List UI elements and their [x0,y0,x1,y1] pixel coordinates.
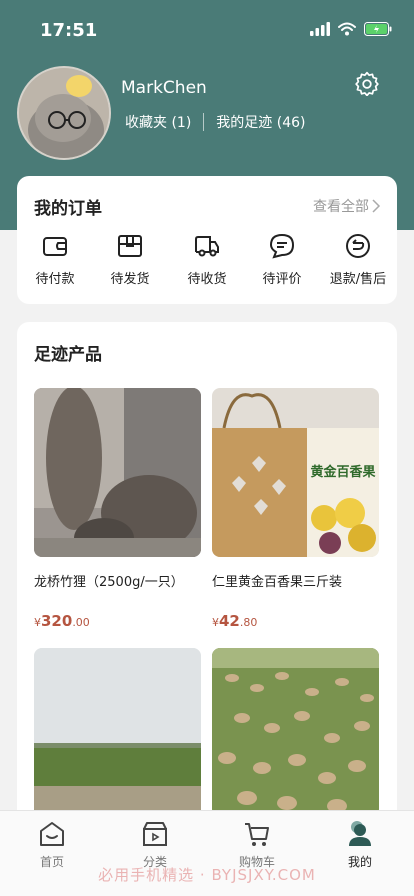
product-price: ¥42.80 [212,612,379,630]
chevron-right-icon [372,199,381,213]
tab-category[interactable]: 分类 [120,819,190,870]
price-decimal: .80 [239,616,258,629]
return-icon [346,234,370,258]
status-bar: 17:51 [0,0,414,50]
orders-title: 我的订单 [34,199,102,219]
status-time: 17:51 [40,20,98,41]
wifi-icon [338,22,356,36]
view-all-orders-link[interactable]: 查看全部 [313,196,381,216]
view-all-label: 查看全部 [313,199,369,215]
product-image [34,648,201,817]
order-label: 待收货 [187,272,227,287]
duck-farm-field-photo [34,648,201,817]
product-card[interactable]: 黄金百香果 仁里黄金百香果三斤装 ¥42.80 [212,388,379,630]
currency-symbol: ¥ [34,616,41,629]
divider [203,113,205,131]
category-icon [143,822,167,846]
price-decimal: .00 [72,616,90,629]
footprints-link[interactable]: 我的足迹 (46) [216,112,305,132]
comment-icon [269,233,295,259]
avatar-cat-image [19,68,109,158]
order-label: 待评价 [262,272,302,287]
order-pending-payment[interactable]: 待付款 [20,232,90,287]
price-integer: 320 [41,612,73,630]
profile-icon [349,821,371,846]
product-card[interactable]: 龙桥竹狸（2500g/一只） ¥320.00 [34,388,201,630]
ducks-on-grass-photo [212,648,379,817]
tab-home[interactable]: 首页 [17,819,87,870]
tab-profile[interactable]: 我的 [325,819,395,870]
order-label: 待付款 [35,272,75,287]
order-pending-receipt[interactable]: 待收货 [172,232,242,287]
product-price: ¥320.00 [34,612,201,630]
product-name: 仁里黄金百香果三斤装 [212,575,343,590]
order-label: 退款/售后 [329,272,387,287]
footprint-title: 足迹产品 [34,345,102,365]
username: MarkChen [121,78,207,98]
favorites-link[interactable]: 收藏夹 (1) [125,112,191,132]
order-label: 待发货 [110,272,150,287]
product-image [34,388,201,557]
gear-icon[interactable] [354,70,380,96]
order-pending-review[interactable]: 待评价 [247,232,317,287]
footprint-card: 足迹产品 龙桥竹狸（2500g/一只） ¥320.00 黄金百香果 仁里黄金百香… [17,322,397,822]
cart-icon [245,823,269,846]
currency-symbol: ¥ [212,616,219,629]
passion-fruit-box-photo: 黄金百香果 [212,388,379,557]
watermark-text: 必用手机精选 · BYJSJXY.COM [98,866,316,884]
avatar[interactable] [17,66,111,160]
product-card[interactable] [34,648,201,817]
product-image [212,648,379,817]
orders-card: 我的订单 查看全部 待付款 待发货 待收货 待评价 退款/售后 [17,176,397,304]
order-pending-shipment[interactable]: 待发货 [95,232,165,287]
product-image: 黄金百香果 [212,388,379,557]
bamboo-rat-photo [34,388,201,557]
signal-icon [310,22,330,36]
user-links: 收藏夹 (1) 我的足迹 (46) [125,112,305,132]
truck-icon [195,236,219,257]
product-card[interactable] [212,648,379,817]
product-name: 龙桥竹狸（2500g/一只） [34,575,184,590]
battery-icon [364,22,392,36]
order-refund[interactable]: 退款/售后 [323,232,393,287]
wallet-icon [43,237,67,256]
tab-cart[interactable]: 购物车 [222,819,292,870]
package-icon [118,235,142,257]
box-label-text: 黄金百香果 [310,464,375,480]
home-icon [40,822,64,846]
status-icons [310,22,392,36]
price-integer: 42 [219,612,240,630]
